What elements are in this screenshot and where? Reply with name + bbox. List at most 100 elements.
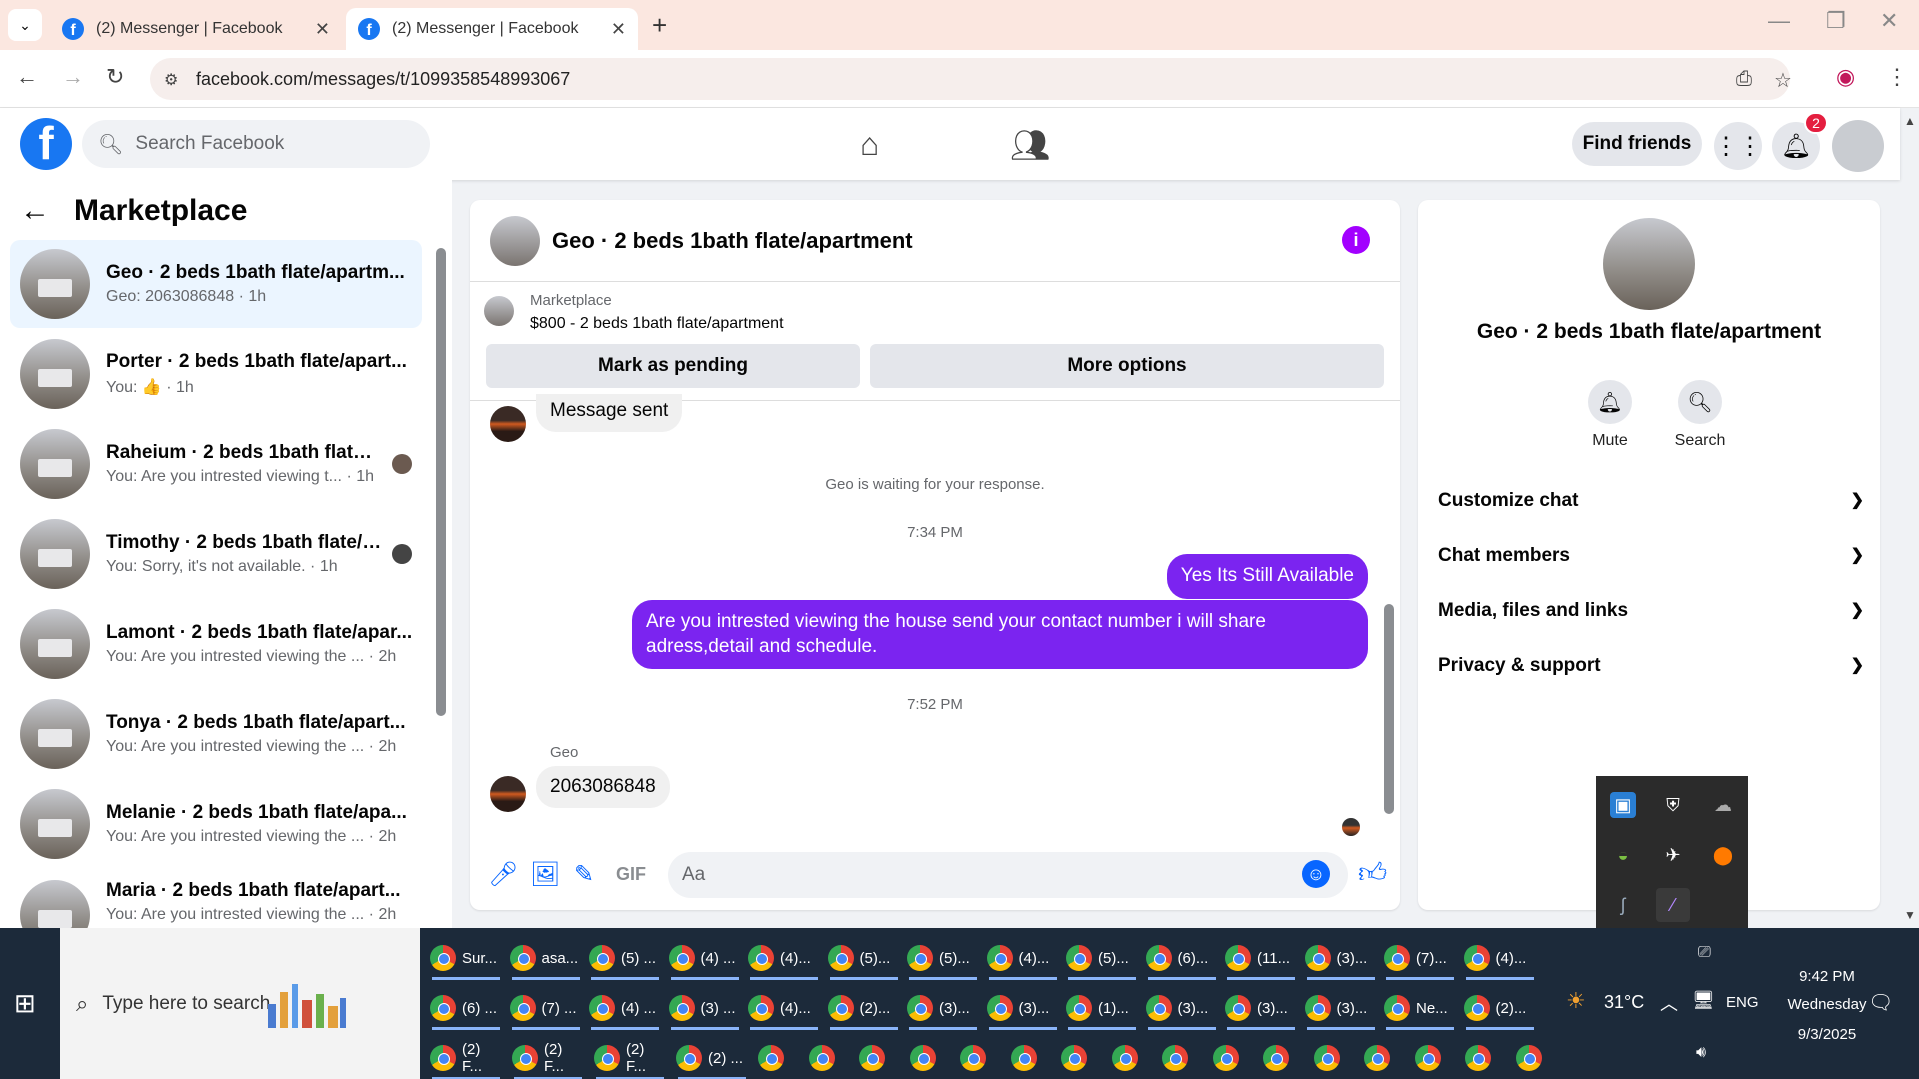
site-settings-icon[interactable]: ⚙ [164, 70, 178, 90]
menu-grid-icon[interactable]: ⋮⋮ [1714, 122, 1762, 170]
volume-icon[interactable]: 🔊︎ [1696, 1044, 1706, 1062]
taskbar-app-button[interactable]: (2) ... [676, 1036, 748, 1079]
taskbar-app-button[interactable]: (7)... [1384, 936, 1456, 980]
windows-start-icon[interactable]: ⊞ [14, 988, 36, 1019]
gif-icon[interactable]: GIF [616, 864, 646, 885]
home-icon[interactable]: ⌂ [860, 126, 879, 163]
taskbar-app-button[interactable] [1515, 1036, 1560, 1079]
chat-members-section[interactable]: Chat members ❯ [1438, 545, 1864, 567]
notification-center-icon[interactable]: 🗨︎ [1868, 990, 1893, 1015]
minimize-icon[interactable]: — [1768, 8, 1790, 34]
conversation-item[interactable]: Lamont · 2 beds 1bath flate/apar... You: … [10, 600, 422, 688]
marketplace-listing[interactable]: Marketplace $800 - 2 beds 1bath flate/ap… [484, 292, 784, 333]
taskbar-app-button[interactable]: (1)... [1066, 986, 1138, 1030]
taskbar-app-button[interactable] [1061, 1036, 1105, 1079]
taskbar-app-button[interactable]: (3) ... [668, 986, 741, 1030]
message-bubble-in[interactable]: Message sent [536, 394, 683, 432]
message-input[interactable]: Aa [668, 852, 1348, 898]
info-icon[interactable]: i [1342, 226, 1370, 254]
taskbar-app-button[interactable]: (7) ... [509, 986, 582, 1030]
message-bubble-out[interactable]: Are you intrested viewing the house send… [632, 600, 1368, 670]
weather-icon[interactable]: ☀ [1566, 988, 1586, 1014]
search-input[interactable]: 🔍︎ Search Facebook [82, 120, 430, 168]
mark-as-pending-button[interactable]: Mark as pending [486, 344, 860, 388]
chevron-up-icon[interactable]: ︿ [1660, 990, 1678, 1016]
close-window-icon[interactable]: ✕ [1880, 8, 1898, 34]
taskbar-app-button[interactable]: asa... [509, 936, 582, 980]
message-bubble-out[interactable]: Yes Its Still Available [1166, 554, 1368, 599]
friends-icon[interactable]: 👥︎ [1010, 126, 1051, 164]
taskbar-app-button[interactable] [1010, 1036, 1055, 1079]
conversation-item[interactable]: Tonya · 2 beds 1bath flate/apart... You: … [10, 690, 422, 778]
network-icon[interactable]: 🖥︎ [1692, 990, 1715, 1011]
sticker-icon[interactable]: ✎ [574, 860, 594, 889]
privacy-support-section[interactable]: Privacy & support ❯ [1438, 655, 1864, 677]
browser-tab-1[interactable]: f (2) Messenger | Facebook ✕ [50, 8, 342, 50]
more-options-button[interactable]: More options [870, 344, 1384, 388]
app-tray-icon[interactable]: ⬤ [1710, 842, 1736, 868]
app-tray-icon[interactable]: ⎚ [1698, 944, 1711, 962]
taskbar-app-button[interactable]: (5) ... [589, 936, 661, 980]
tab-search-dropdown[interactable]: ⌄ [8, 9, 42, 41]
taskbar-app-button[interactable]: (3)... [907, 986, 979, 1030]
taskbar-app-button[interactable] [1111, 1036, 1156, 1079]
close-icon[interactable]: ✕ [611, 19, 626, 40]
media-files-links-section[interactable]: Media, files and links ❯ [1438, 600, 1864, 622]
taskbar-app-button[interactable]: (4)... [1463, 936, 1536, 980]
conversation-item[interactable]: Raheium · 2 beds 1bath flate/... You: Are… [10, 420, 422, 508]
taskbar-app-button[interactable]: (4)... [986, 936, 1059, 980]
microphone-icon[interactable]: 🎤︎ [488, 860, 518, 889]
taskbar-app-button[interactable]: (2)... [827, 986, 900, 1030]
profile-icon[interactable]: ◉ [1836, 64, 1855, 90]
photo-icon[interactable]: 🖼︎ [530, 860, 560, 889]
taskbar-app-button[interactable] [758, 1036, 802, 1079]
taskbar-app-button[interactable]: Ne... [1384, 986, 1456, 1030]
app-tray-icon[interactable]: ʃ [1610, 892, 1636, 918]
taskbar-app-button[interactable] [1162, 1036, 1206, 1079]
taskbar-app-button[interactable]: (4)... [748, 986, 820, 1030]
taskbar-app-button[interactable]: (3)... [1225, 986, 1297, 1030]
find-friends-button[interactable]: Find friends [1572, 122, 1702, 166]
conversation-item[interactable]: Timothy · 2 beds 1bath flate/a... You: So… [10, 510, 422, 598]
taskbar-app-button[interactable]: (5)... [907, 936, 979, 980]
taskbar-app-button[interactable] [960, 1036, 1004, 1079]
account-avatar[interactable] [1832, 120, 1884, 172]
message-bubble-in[interactable]: 2063086848 [536, 766, 670, 808]
info-avatar[interactable] [1603, 218, 1695, 310]
cloud-icon[interactable]: ☁ [1710, 792, 1736, 818]
search-in-chat-button[interactable]: 🔍︎ Search [1660, 380, 1740, 450]
taskbar-app-button[interactable]: (2) F... [430, 1036, 502, 1079]
scroll-up-arrow-icon[interactable]: ▲ [1904, 114, 1916, 128]
clock-day[interactable]: Wednesday [1774, 996, 1880, 1013]
kebab-menu-icon[interactable]: ⋮ [1886, 64, 1908, 90]
taskbar-app-button[interactable] [859, 1036, 903, 1079]
clock-time[interactable]: 9:42 PM [1782, 968, 1872, 985]
conversation-item[interactable]: Porter · 2 beds 1bath flate/apart... You:… [10, 330, 422, 418]
like-thumb-icon[interactable]: 👍︎ [1358, 856, 1387, 890]
security-shield-icon[interactable]: ⛨ [1660, 792, 1686, 818]
back-icon[interactable]: ← [16, 64, 38, 90]
scroll-down-arrow-icon[interactable]: ▼ [1904, 908, 1916, 922]
mute-button[interactable]: 🔔︎ Mute [1570, 380, 1650, 450]
taskbar-app-button[interactable]: (4) ... [668, 936, 741, 980]
taskbar-app-button[interactable] [1465, 1036, 1509, 1079]
app-tray-icon[interactable]: ✈ [1660, 842, 1686, 868]
clock-date[interactable]: 9/3/2025 [1782, 1026, 1872, 1043]
chat-scrollbar[interactable] [1384, 604, 1394, 814]
taskbar-app-button[interactable] [1313, 1036, 1358, 1079]
taskbar-app-button[interactable]: (4)... [748, 936, 820, 980]
bookmark-star-icon[interactable]: ☆ [1774, 68, 1792, 93]
taskbar-app-button[interactable]: (5)... [1066, 936, 1138, 980]
app-tray-icon[interactable]: ◒ [1610, 842, 1636, 868]
install-app-icon[interactable]: ⎙ [1736, 68, 1752, 91]
taskbar-app-button[interactable]: (3)... [1304, 936, 1377, 980]
taskbar-app-button[interactable] [1263, 1036, 1307, 1079]
taskbar-app-button[interactable]: (3)... [986, 986, 1059, 1030]
new-tab-button[interactable]: + [652, 10, 667, 41]
taskbar-app-button[interactable]: (6)... [1145, 936, 1218, 980]
conversation-item[interactable]: Melanie · 2 beds 1bath flate/apa... You: … [10, 780, 422, 868]
taskbar-app-button[interactable]: (2) F... [512, 1036, 584, 1079]
taskbar-app-button[interactable] [1364, 1036, 1408, 1079]
taskbar-search-input[interactable]: ⌕ Type here to search [60, 928, 420, 1079]
taskbar-app-button[interactable]: Sur... [430, 936, 502, 980]
